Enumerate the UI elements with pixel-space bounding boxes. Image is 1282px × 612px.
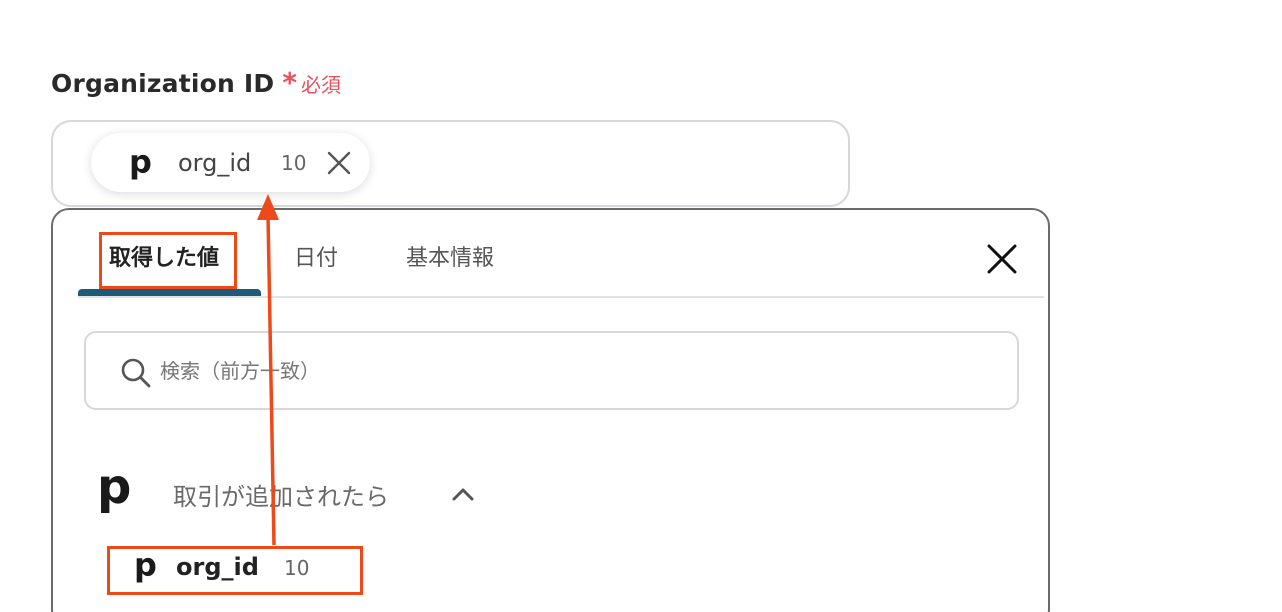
tab-divider [78, 296, 1044, 298]
pipedrive-logo-icon: p [129, 143, 152, 181]
search-input[interactable] [160, 351, 980, 391]
pipedrive-logo-icon: p [134, 546, 157, 584]
search-icon [120, 357, 152, 389]
item-value: org_id [176, 553, 259, 581]
value-picker-panel: 取得した値 日付 基本情報 p 取引が追加されたら p org_id 10 [51, 208, 1050, 612]
close-icon[interactable] [987, 244, 1017, 274]
field-label-text: Organization ID [51, 69, 275, 98]
required-text: 必須 [301, 73, 342, 97]
group-title: 取引が追加されたら [173, 483, 389, 511]
list-item[interactable]: p org_id 10 [108, 547, 408, 592]
required-star: * [282, 66, 298, 99]
field-label: Organization ID * 必須 [51, 66, 341, 99]
value-chip[interactable]: p org_id 10 [91, 133, 370, 192]
pipedrive-logo-icon: p [97, 459, 132, 515]
tab-basic-info[interactable]: 基本情報 [406, 240, 494, 272]
chevron-up-icon[interactable] [451, 486, 475, 502]
chip-value: org_id [178, 149, 252, 177]
tab-acquired-values[interactable]: 取得した値 [109, 240, 219, 272]
item-count: 10 [284, 556, 310, 580]
chip-close-icon[interactable] [326, 150, 352, 176]
tab-date[interactable]: 日付 [294, 240, 338, 272]
chip-count: 10 [281, 151, 307, 175]
search-box [84, 331, 1019, 410]
